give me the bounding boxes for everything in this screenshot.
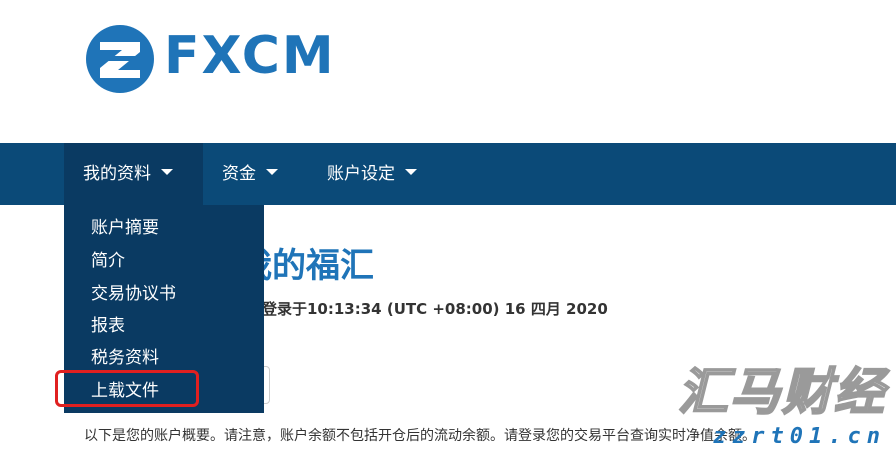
- last-login-text: 登录于10:13:34 (UTC +08:00) 16 四月 2020: [262, 300, 608, 318]
- nav-item-funds[interactable]: 资金: [222, 143, 278, 205]
- dropdown-item-account-summary[interactable]: 账户摘要: [91, 216, 159, 240]
- nav-item-label: 我的资料: [83, 164, 151, 184]
- dropdown-item-tax-info[interactable]: 税务资料: [91, 346, 159, 370]
- header: FXCM: [0, 0, 896, 143]
- nav-item-account-settings[interactable]: 账户设定: [327, 143, 417, 205]
- fxcm-logo-icon: [86, 25, 154, 93]
- caret-down-icon: [266, 169, 278, 175]
- brand-name: FXCM: [164, 26, 336, 86]
- nav-item-my-profile[interactable]: 我的资料: [64, 143, 203, 205]
- caret-down-icon: [161, 169, 173, 175]
- nav-item-label: 资金: [222, 164, 256, 184]
- account-summary-note: 以下是您的账户概要。请注意，账户余额不包括开仓后的流动余额。请登录您的交易平台查…: [84, 428, 756, 444]
- fxcm-logo[interactable]: FXCM: [84, 20, 354, 98]
- main-navbar: 我的资料 资金 账户设定: [0, 143, 896, 205]
- watermark-title: 汇马财经: [677, 362, 886, 422]
- nav-item-label: 账户设定: [327, 164, 395, 184]
- dropdown-item-profile[interactable]: 简介: [91, 249, 125, 273]
- dropdown-item-reports[interactable]: 报表: [91, 314, 125, 338]
- caret-down-icon: [405, 169, 417, 175]
- upload-files-highlight: [55, 370, 199, 407]
- dropdown-item-trading-agreement[interactable]: 交易协议书: [91, 282, 176, 306]
